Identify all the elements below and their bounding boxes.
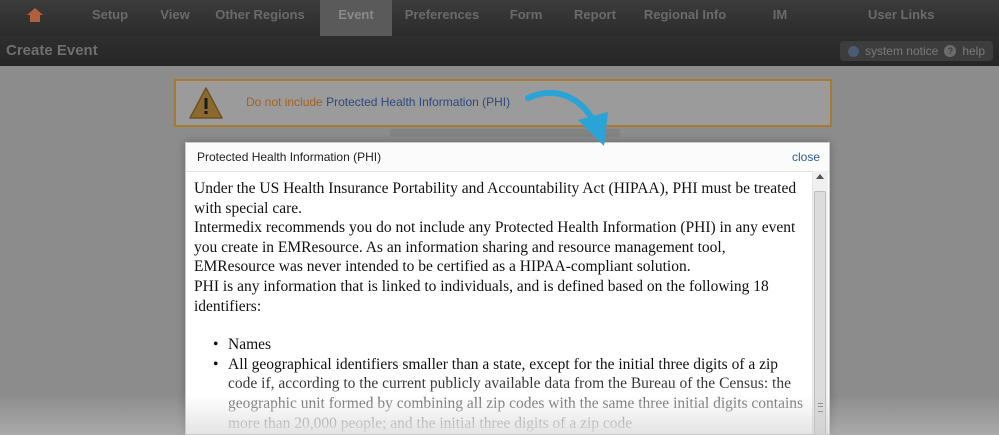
- page-title: Create Event: [6, 42, 98, 59]
- nav-im[interactable]: IM: [740, 0, 820, 36]
- nav-user-links[interactable]: User Links: [820, 0, 999, 36]
- modal-scrollbar[interactable]: [812, 171, 828, 434]
- nav-view[interactable]: View: [150, 0, 200, 36]
- help-link[interactable]: help: [962, 44, 985, 58]
- paragraph-identifiers: PHI is any information that is linked to…: [194, 277, 769, 315]
- title-bar: Create Event system notice ? help: [0, 36, 999, 66]
- close-link[interactable]: close: [792, 150, 820, 164]
- annotation-arrow-icon: [525, 89, 608, 146]
- list-item: All geographical identifiers smaller tha…: [213, 355, 804, 433]
- nav-form[interactable]: Form: [492, 0, 560, 36]
- nav-setup[interactable]: Setup: [70, 0, 150, 36]
- help-icon: ?: [944, 45, 957, 57]
- top-nav: Setup View Other Regions Event Preferenc…: [0, 0, 999, 36]
- grip-icon: [818, 403, 823, 412]
- nav-preferences[interactable]: Preferences: [392, 0, 492, 36]
- nav-regional-info[interactable]: Regional Info: [630, 0, 740, 36]
- scroll-up-icon[interactable]: [816, 174, 824, 179]
- nav-home[interactable]: [0, 0, 70, 36]
- phi-warning-banner: Do not include Protected Health Informat…: [174, 79, 832, 127]
- identifier-list: Names All geographical identifiers small…: [194, 335, 804, 433]
- modal-title: Protected Health Information (PHI): [197, 150, 382, 164]
- paragraph-hipaa: Under the US Health Insurance Portabilit…: [194, 180, 797, 217]
- list-item: Names: [213, 335, 804, 355]
- phi-link[interactable]: Protected Health Information (PHI): [326, 95, 510, 109]
- warning-text: Do not include Protected Health Informat…: [246, 95, 510, 109]
- phi-modal: Protected Health Information (PHI) close…: [185, 142, 830, 435]
- modal-header: Protected Health Information (PHI) close: [186, 143, 829, 172]
- warning-icon: [189, 87, 223, 119]
- home-icon: [27, 8, 43, 22]
- system-notice-icon: [847, 45, 859, 57]
- nav-event[interactable]: Event: [320, 0, 392, 36]
- header-tools: system notice ? help: [839, 41, 993, 61]
- nav-other-regions[interactable]: Other Regions: [200, 0, 320, 36]
- scroll-thumb[interactable]: [814, 191, 826, 434]
- warning-prefix: Do not include: [246, 95, 327, 109]
- modal-body: Under the US Health Insurance Portabilit…: [186, 171, 814, 434]
- paragraph-recommendation: Intermedix recommends you do not include…: [194, 219, 796, 276]
- system-notice-link[interactable]: system notice: [865, 44, 938, 58]
- nav-report[interactable]: Report: [560, 0, 630, 36]
